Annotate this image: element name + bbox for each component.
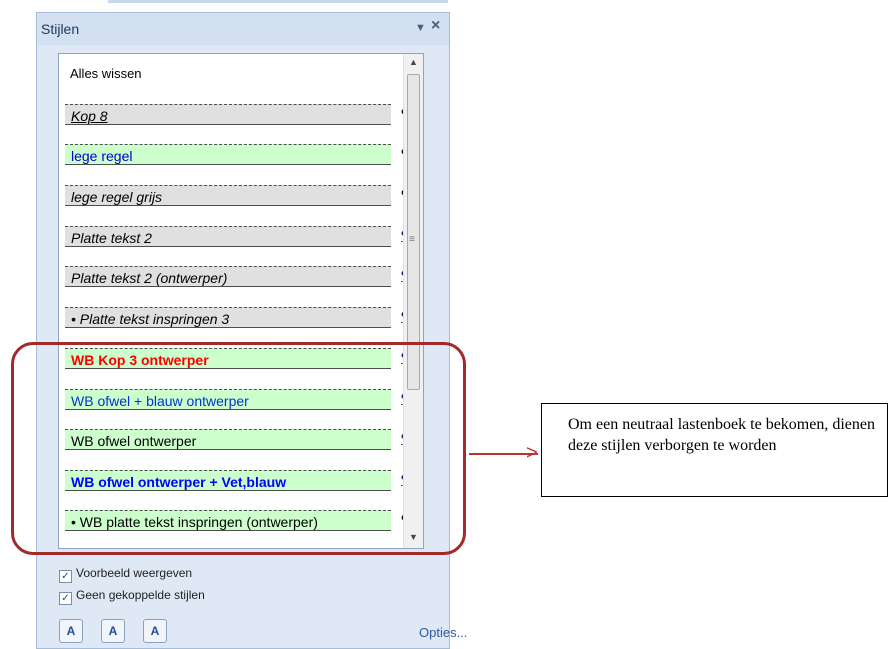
manage-styles-icon: A — [150, 624, 160, 638]
style-preview[interactable]: lege regel — [65, 144, 391, 165]
close-icon[interactable]: × — [431, 17, 440, 35]
style-inspector-icon: A — [108, 624, 118, 638]
style-preview[interactable]: • Platte tekst inspringen 3 — [65, 307, 391, 328]
options-link[interactable]: Opties... — [419, 625, 467, 640]
style-inspector-button[interactable]: A — [101, 619, 125, 643]
style-preview[interactable]: lege regel grijs — [65, 185, 391, 206]
new-style-icon: A — [66, 624, 76, 638]
manage-styles-button[interactable]: A — [143, 619, 167, 643]
style-label: Platte tekst 2 — [71, 230, 152, 246]
style-label: lege regel grijs — [71, 189, 163, 205]
pane-header: Stijlen ▼ × — [37, 13, 449, 45]
checkbox-checked-icon[interactable]: ✓ — [59, 592, 72, 605]
style-item[interactable]: lege regel¶ — [65, 144, 419, 166]
checkbox-disable-linked-styles[interactable]: ✓ Geen gekoppelde stijlen — [59, 588, 205, 605]
checkbox-label: Voorbeeld weergeven — [76, 566, 193, 580]
style-item[interactable]: • Platte tekst inspringen 3¶a — [65, 307, 419, 329]
style-label: • Platte tekst inspringen 3 — [71, 311, 230, 327]
window-top-edge — [108, 0, 448, 3]
clear-all-item[interactable]: Alles wissen — [70, 66, 142, 81]
style-preview[interactable]: Platte tekst 2 (ontwerper) — [65, 266, 391, 287]
scroll-up-icon[interactable]: ▲ — [409, 57, 418, 67]
checkbox-show-preview[interactable]: ✓ Voorbeeld weergeven — [59, 566, 192, 583]
checkbox-checked-icon[interactable]: ✓ — [59, 570, 72, 583]
pane-title: Stijlen — [41, 21, 80, 37]
style-item[interactable]: Platte tekst 2¶a — [65, 226, 419, 248]
arrow-head-icon: > — [526, 442, 538, 464]
annotation-note: Om een neutraal lastenboek te bekomen, d… — [541, 403, 888, 497]
new-style-button[interactable]: A — [59, 619, 83, 643]
style-preview[interactable]: Kop 8 — [65, 104, 391, 125]
style-item[interactable]: Platte tekst 2 (ontwerper)¶a — [65, 266, 419, 288]
style-preview[interactable]: Platte tekst 2 — [65, 226, 391, 247]
scroll-grip-icon: ≡ — [409, 234, 415, 245]
checkbox-label: Geen gekoppelde stijlen — [76, 588, 205, 602]
style-item[interactable]: lege regel grijs¶ — [65, 185, 419, 207]
style-item[interactable]: Kop 8¶ — [65, 104, 419, 126]
style-label: Kop 8 — [71, 108, 108, 124]
pane-options-dropdown-icon[interactable]: ▼ — [415, 22, 426, 34]
style-label: Platte tekst 2 (ontwerper) — [71, 270, 228, 286]
highlight-ellipse — [11, 342, 466, 555]
style-label: lege regel — [71, 148, 133, 164]
